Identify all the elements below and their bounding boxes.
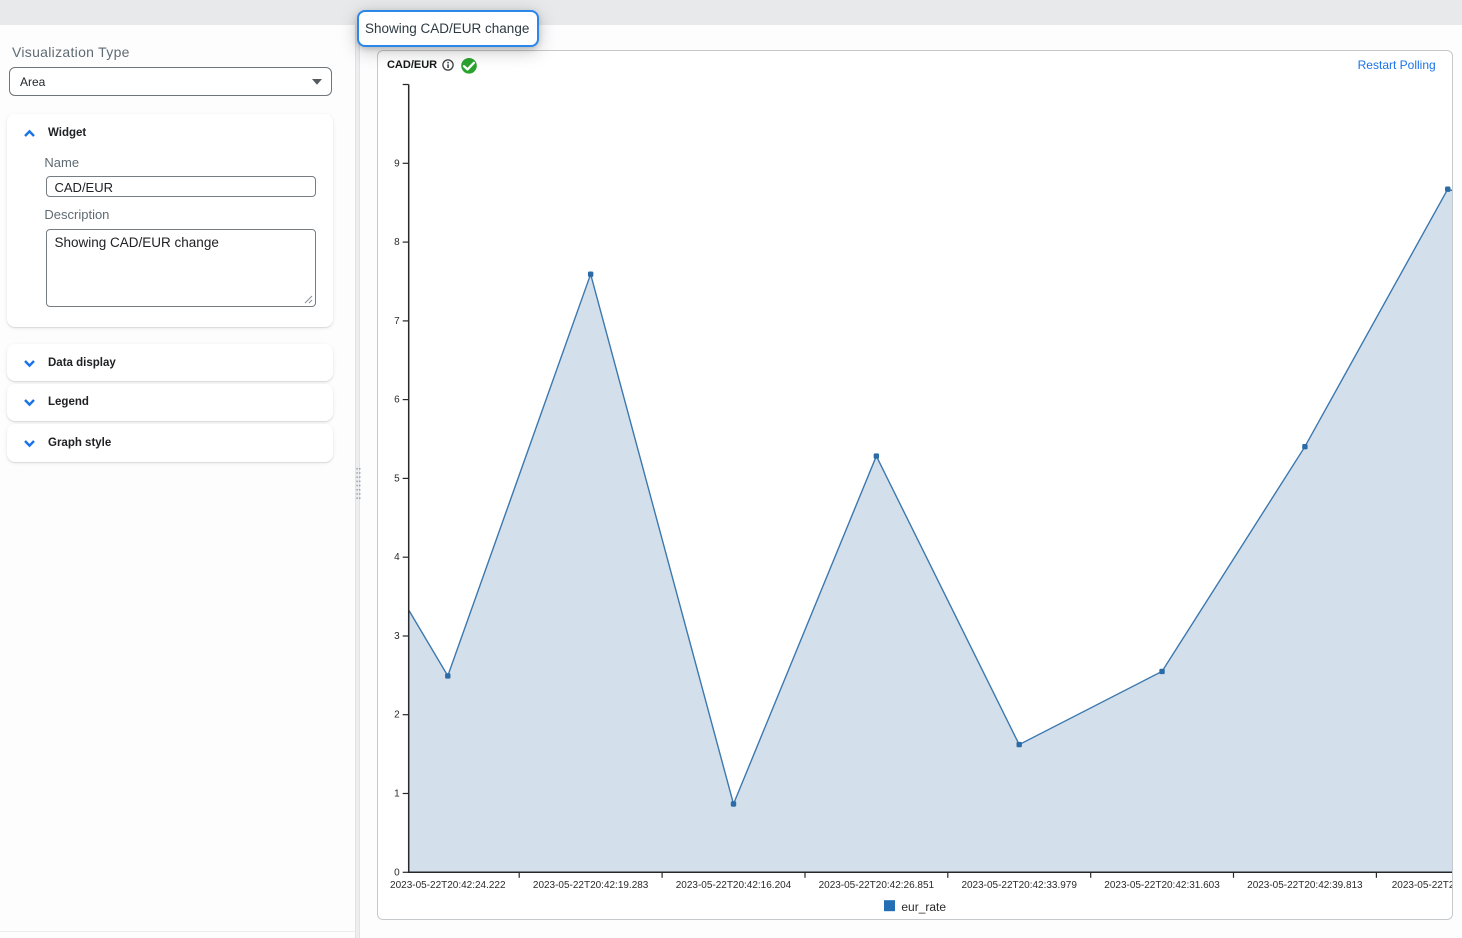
svg-text:2023-05-22T20:42:39.813: 2023-05-22T20:42:39.813 (1247, 880, 1363, 891)
svg-text:9: 9 (394, 159, 400, 170)
svg-text:4: 4 (394, 552, 400, 563)
svg-text:2023-05-22T20:42:26.851: 2023-05-22T20:42:26.851 (818, 880, 934, 891)
svg-text:2023-05-22T20:42:19.283: 2023-05-22T20:42:19.283 (533, 880, 649, 891)
svg-text:0: 0 (394, 868, 400, 879)
svg-text:3: 3 (394, 631, 400, 642)
svg-text:2023-05-22T20:42:31.603: 2023-05-22T20:42:31.603 (1104, 880, 1220, 891)
svg-text:2023-05-22T20:42:16.204: 2023-05-22T20:42:16.204 (676, 880, 792, 891)
svg-text:eur_rate: eur_rate (901, 900, 946, 914)
svg-text:2023-05-22T20:42:33.979: 2023-05-22T20:42:33.979 (961, 880, 1077, 891)
svg-text:7: 7 (394, 316, 400, 327)
svg-text:5: 5 (394, 474, 400, 485)
svg-text:2023-05-22T20:42:44.618: 2023-05-22T20:42:44.618 (1392, 880, 1454, 891)
svg-text:6: 6 (394, 395, 400, 406)
svg-text:8: 8 (394, 237, 400, 248)
svg-text:1: 1 (394, 789, 400, 800)
svg-text:2: 2 (394, 710, 400, 721)
svg-text:2023-05-22T20:42:24.222: 2023-05-22T20:42:24.222 (390, 880, 506, 891)
